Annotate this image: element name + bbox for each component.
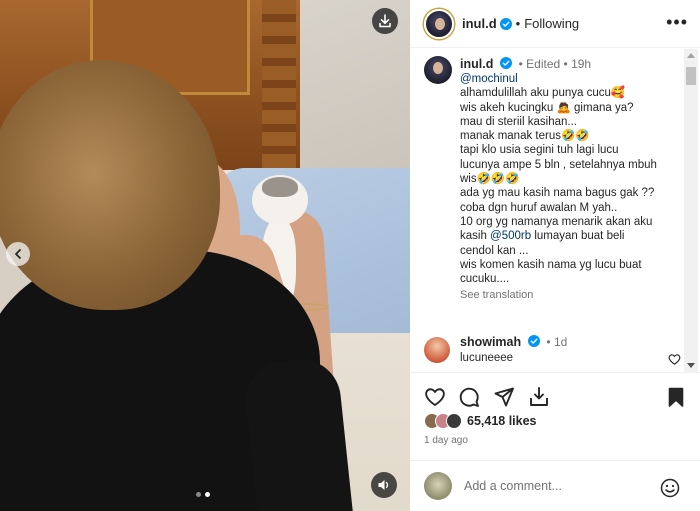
chevron-left-icon [15,249,21,259]
carousel-dot [196,492,201,497]
caption-line: alhamdulillah aku punya cucu🥰 [460,87,626,100]
caption-line: cucuku.... [460,273,510,286]
verified-badge-icon [527,335,540,347]
caption-line: wis komen kasih nama yg lucu buat [460,258,642,271]
send-icon[interactable] [493,386,515,408]
comment-like-heart-icon[interactable] [668,353,681,366]
caption-line: coba dgn huruf awalan M yah.. [460,201,618,214]
repost-download-icon[interactable] [528,386,550,408]
caption-time: 19h [571,57,592,71]
comments-scrollbar[interactable] [684,49,698,372]
avatar [424,472,452,500]
comment-time: 1d [553,335,568,349]
emoji-icon[interactable] [660,478,680,498]
comment-username[interactable]: showimah [460,335,521,349]
comments-list[interactable]: inul.d • Edited • 19h @mochinul alhamdul… [410,49,682,372]
header-separator: • [515,16,521,31]
carousel-indicator [196,492,210,497]
comment-icon[interactable] [458,386,480,408]
following-button[interactable]: Following [524,16,579,31]
avatar [446,413,462,429]
edited-label: Edited [526,57,561,71]
caption-line: mau di steriil kasihan... [460,115,577,128]
post-timestamp[interactable]: 1 day ago [424,435,468,446]
scroll-thumb[interactable] [686,67,696,85]
post-side-panel: inul.d • Following ••• inul.d • Edited •… [410,0,700,511]
scroll-down-arrow-icon[interactable] [687,363,695,368]
caption-username[interactable]: inul.d [460,57,493,71]
post-username[interactable]: inul.d [462,16,497,31]
caption-line: wis akeh kucingku 🙇 gimana ya? [460,101,634,114]
verified-badge-icon [499,17,512,30]
likes-summary[interactable]: 65,418 likes [424,413,537,429]
download-button[interactable] [372,8,398,34]
avatar[interactable] [424,337,450,363]
caption-line: manak manak terus🤣🤣 [460,130,590,143]
download-icon [379,14,391,28]
caption-mention-2[interactable]: @500rb [490,230,531,242]
caption-line: wis🤣🤣🤣 [460,173,520,186]
scroll-up-arrow-icon[interactable] [687,53,695,58]
add-comment-bar [410,460,700,511]
mute-button[interactable] [371,472,397,498]
see-translation-link[interactable]: See translation [460,289,682,301]
post-header: inul.d • Following ••• [410,0,700,48]
bookmark-icon[interactable] [665,386,687,408]
likes-count[interactable]: 65,418 likes [467,414,537,428]
comment-input[interactable] [464,479,654,493]
avatar[interactable] [424,8,454,39]
avatar[interactable] [424,56,452,84]
caption-line: 10 org yg namanya menarik akan aku [460,215,653,228]
more-options-icon[interactable]: ••• [666,13,688,31]
caption-mention[interactable]: @mochinul [460,72,682,86]
comment-text: lucuneeee [460,352,514,364]
caption-line: cendol kan ... [460,244,529,257]
volume-icon [378,480,389,490]
carousel-prev-button[interactable] [6,242,30,266]
heart-icon[interactable] [424,386,446,408]
caption-line: lucunya ampe 5 bln , setelahnya mbuh [460,158,657,171]
verified-badge-icon [499,57,512,69]
carousel-dot-active [205,492,210,497]
caption-line-with-mention: kasih @500rb lumayan buat beli [460,230,625,243]
caption-line: tapi klo usia segini tuh lagi lucu [460,144,619,157]
bed-post [262,0,296,185]
post-media[interactable] [0,0,410,511]
caption-line: ada yg mau kasih nama bagus gak ?? [460,187,655,200]
